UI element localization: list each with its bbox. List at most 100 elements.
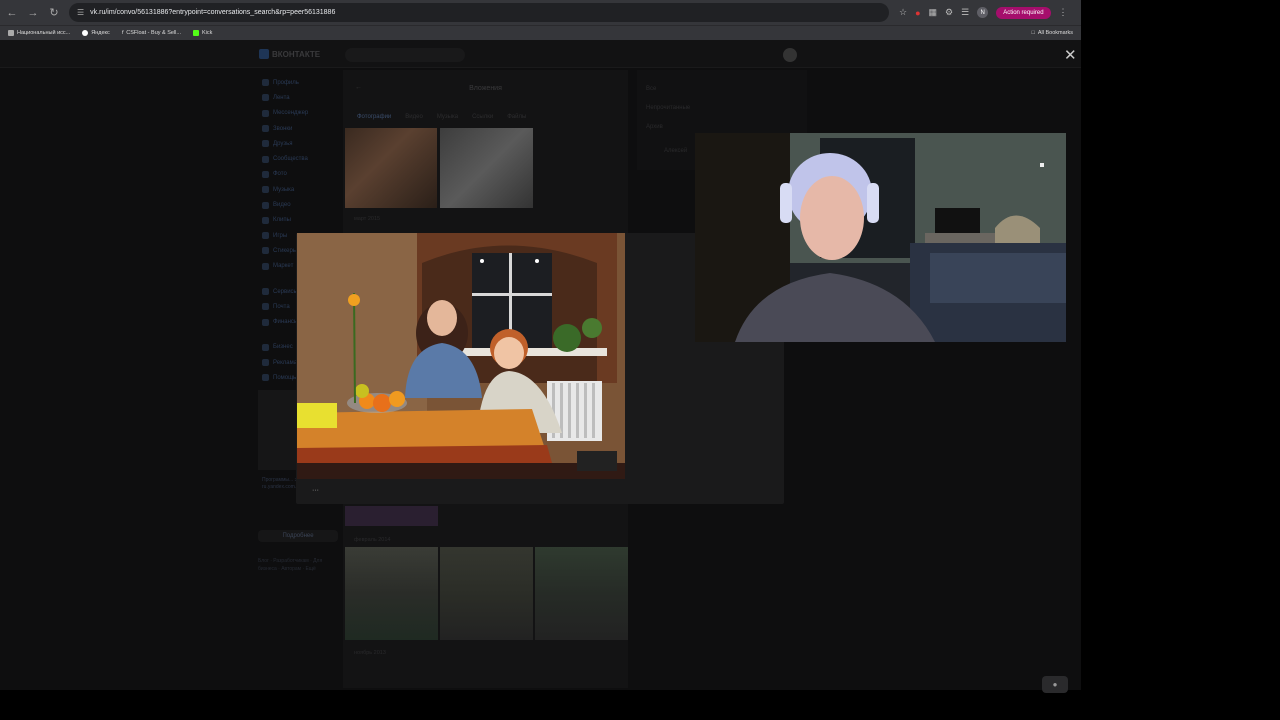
sidebar-item[interactable]: Музыка bbox=[260, 182, 340, 197]
viewer-more-icon[interactable]: ··· bbox=[312, 487, 319, 494]
date-label: март 2015 bbox=[354, 216, 381, 222]
photo-thumbnail[interactable] bbox=[345, 506, 438, 526]
sidebar-item-icon bbox=[262, 288, 269, 295]
bookmark-item[interactable]: Национальный исс... bbox=[8, 30, 70, 36]
back-icon[interactable]: ← bbox=[3, 4, 21, 22]
filter-contact[interactable]: Алексей bbox=[664, 148, 687, 154]
sidebar-item-icon bbox=[262, 374, 269, 382]
vk-user-avatar[interactable] bbox=[783, 48, 797, 62]
forward-icon[interactable]: → bbox=[24, 4, 42, 22]
bookmarks-bar: Национальный исс... Яндекс f CSFloat - Bu… bbox=[0, 25, 1081, 40]
tab-music[interactable]: Музыка bbox=[437, 114, 458, 120]
sidebar-item[interactable]: Клипы bbox=[260, 213, 340, 228]
photo-thumbnail[interactable] bbox=[440, 547, 533, 640]
vk-logo[interactable]: ВКОНТАКТЕ bbox=[259, 49, 320, 59]
sidebar-item-label: Друзья bbox=[273, 140, 293, 147]
sidebar-item-icon bbox=[262, 216, 269, 224]
action-required-button[interactable]: Action required bbox=[996, 6, 1051, 19]
reload-icon[interactable]: ↻ bbox=[45, 4, 63, 22]
close-viewer-icon[interactable]: ✕ bbox=[1064, 46, 1077, 64]
sidebar-item[interactable]: Мессенджер bbox=[260, 106, 340, 121]
extensions-icon[interactable]: ⚙ bbox=[945, 7, 953, 18]
sidebar-item[interactable]: Звонки bbox=[260, 121, 340, 136]
sidebar-item-label: Сообщества bbox=[273, 156, 308, 163]
chat-bubble-icon[interactable]: ● bbox=[1042, 676, 1068, 693]
sidebar-item-icon bbox=[262, 318, 269, 326]
photo-thumbnail[interactable] bbox=[345, 547, 438, 640]
sidebar-item-icon bbox=[262, 186, 269, 194]
tab-links[interactable]: Ссылки bbox=[472, 114, 493, 120]
bookmark-item[interactable]: f CSFloat - Buy & Sell... bbox=[122, 30, 181, 36]
sidebar-item-label: Финансы bbox=[273, 319, 299, 326]
sidebar-item-icon bbox=[262, 262, 269, 270]
all-bookmarks[interactable]: □ All Bookmarks bbox=[1032, 30, 1073, 36]
sidebar-item-icon bbox=[262, 303, 269, 311]
photo-image[interactable] bbox=[297, 233, 625, 479]
webcam-overlay bbox=[695, 133, 1066, 342]
browser-window: ← → ↻ ☰ vk.ru/im/convo/56131886?entrypoi… bbox=[0, 0, 1081, 693]
sidebar-item[interactable]: Профиль bbox=[260, 75, 340, 90]
webcam-feed bbox=[695, 133, 1066, 342]
folder-icon: □ bbox=[1031, 30, 1035, 36]
sidebar-item[interactable]: Фото bbox=[260, 167, 340, 182]
date-label: ноябрь 2013 bbox=[354, 650, 386, 656]
sidebar-ad-more-button[interactable]: Подробнее bbox=[258, 530, 338, 542]
sidebar-item-icon bbox=[262, 79, 269, 87]
extension-red-icon[interactable]: ● bbox=[915, 8, 920, 18]
tab-video[interactable]: Видео bbox=[405, 114, 423, 120]
browser-toolbar: ← → ↻ ☰ vk.ru/im/convo/56131886?entrypoi… bbox=[0, 0, 1081, 25]
csfloat-icon: f bbox=[121, 30, 124, 36]
attachments-title: Вложения bbox=[469, 85, 502, 92]
filter-all[interactable]: Все bbox=[646, 86, 656, 92]
sidebar-item-label: Реклама bbox=[273, 359, 298, 366]
sidebar-item[interactable]: Друзья bbox=[260, 136, 340, 151]
photo-thumbnail[interactable] bbox=[345, 128, 437, 208]
sidebar-item[interactable]: Видео bbox=[260, 197, 340, 212]
sidebar-item-icon bbox=[262, 232, 269, 240]
translate-icon[interactable]: ▦ bbox=[929, 7, 938, 18]
sidebar-item-icon bbox=[262, 201, 269, 209]
photo-thumbnail[interactable] bbox=[440, 128, 533, 208]
sidebar-item-label: Стикеры bbox=[273, 247, 298, 254]
filter-archive[interactable]: Архив bbox=[646, 124, 663, 130]
url-text: vk.ru/im/convo/56131886?entrypoint=conve… bbox=[90, 9, 336, 16]
sidebar-item-label: Видео bbox=[273, 202, 291, 209]
bookmark-item[interactable]: Яндекс bbox=[82, 30, 110, 36]
sidebar-item-label: Профиль bbox=[273, 79, 299, 86]
sidebar-item-label: Почта bbox=[273, 303, 290, 310]
sidebar-item-label: Сервисы bbox=[273, 288, 298, 295]
bookmark-item[interactable]: Kick bbox=[192, 30, 212, 36]
sidebar-item-label: Лента bbox=[273, 94, 290, 101]
family-photo bbox=[297, 233, 625, 479]
sidebar-item-label: Клипы bbox=[273, 217, 291, 224]
sidebar-item-label: Бизнес bbox=[273, 344, 293, 351]
vk-search-input[interactable] bbox=[345, 48, 465, 62]
sidebar-item-icon bbox=[262, 140, 269, 148]
vk-header: ВКОНТАКТЕ bbox=[0, 40, 1081, 68]
media-icon[interactable]: ☰ bbox=[961, 7, 969, 18]
sidebar-item-label: Мессенджер bbox=[273, 110, 309, 117]
bookmark-icon bbox=[8, 30, 14, 36]
sidebar-item-icon bbox=[262, 109, 269, 117]
tab-files[interactable]: Файлы bbox=[507, 114, 526, 120]
sidebar-item-icon bbox=[262, 94, 269, 102]
sidebar-item-icon bbox=[262, 359, 269, 367]
sidebar-item-label: Фото bbox=[273, 171, 287, 178]
sidebar-item-icon bbox=[262, 343, 269, 351]
sidebar-item-label: Музыка bbox=[273, 186, 295, 193]
tab-photos[interactable]: Фотографии bbox=[357, 114, 391, 120]
star-icon[interactable]: ☆ bbox=[899, 7, 907, 18]
sidebar-item-icon bbox=[262, 155, 269, 163]
sidebar-item[interactable]: Сообщества bbox=[260, 151, 340, 166]
yandex-icon bbox=[82, 30, 89, 36]
menu-icon[interactable]: ⋮ bbox=[1059, 7, 1068, 18]
address-bar[interactable]: ☰ vk.ru/im/convo/56131886?entrypoint=con… bbox=[69, 3, 889, 22]
filter-unread[interactable]: Непрочитанные bbox=[646, 105, 690, 111]
vk-logo-icon bbox=[259, 49, 269, 59]
sidebar-item-label: Игры bbox=[273, 232, 288, 239]
sidebar-item[interactable]: Лента bbox=[260, 90, 340, 105]
photo-thumbnail[interactable] bbox=[535, 547, 628, 640]
profile-avatar[interactable]: N bbox=[977, 7, 989, 18]
sidebar-item-label: Звонки bbox=[273, 125, 293, 132]
site-info-icon[interactable]: ☰ bbox=[77, 8, 84, 17]
